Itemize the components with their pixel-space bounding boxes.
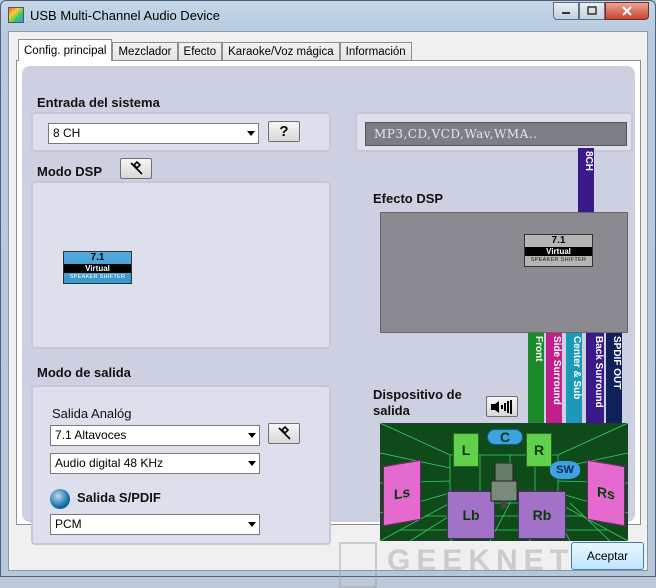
effect-logo-line3: SPEAKER SHIFTER [530, 257, 587, 263]
dsp-header: Modo DSP [37, 164, 102, 179]
logo-line2: Virtual [64, 264, 131, 273]
hammer-icon [278, 425, 291, 440]
channel-bar-spdif-out: SPDIF OUT [606, 333, 622, 423]
logo-line3: SPEAKER SHIFTER [69, 274, 126, 280]
window-title: USB Multi-Channel Audio Device [30, 8, 221, 23]
effect-logo-line2: Virtual [525, 247, 592, 256]
chevron-down-icon [247, 131, 255, 136]
close-icon [622, 6, 632, 16]
app-icon [8, 7, 24, 23]
virtual-speaker-logo[interactable]: 7.1 Virtual SPEAKER SHIFTER [63, 251, 132, 284]
tab-strip: Config. principal Mezclador Efecto Karao… [18, 39, 412, 61]
channel-bar-side-surround: Side Surround [546, 333, 562, 423]
channel-count-bar: 8CH [578, 148, 594, 212]
logo-line1: 7.1 [90, 252, 105, 263]
tab-mezclador[interactable]: Mezclador [112, 42, 178, 61]
digital-audio-value: Audio digital 48 KHz [55, 456, 164, 470]
speaker-center[interactable]: C [487, 429, 523, 445]
speaker-room: C L R SW Ls Rs Lb Rb [380, 423, 628, 541]
tab-karaoke[interactable]: Karaoke/Voz mágica [222, 42, 340, 61]
dsp-effect-header: Efecto DSP [373, 191, 444, 206]
main-panel: Entrada del sistema 8 CH ? MP3,CD,VCD,Wa… [16, 60, 641, 545]
dsp-effect-logo: 7.1 Virtual SPEAKER SHIFTER [524, 234, 593, 267]
accept-button[interactable]: Aceptar [571, 542, 644, 570]
channels-select-value: 8 CH [53, 126, 81, 140]
channel-bar-center-sub: Center & Sub [566, 333, 582, 423]
speaker-right-side[interactable]: Rs [587, 459, 625, 527]
help-label: ? [279, 123, 289, 140]
chevron-down-icon [248, 522, 256, 527]
spdif-icon[interactable] [50, 489, 70, 509]
speaker-left-back[interactable]: Lb [447, 491, 495, 539]
spdif-value: PCM [55, 517, 82, 531]
minimize-icon [562, 12, 570, 14]
output-settings-button[interactable] [268, 423, 300, 444]
channels-select[interactable]: 8 CH [48, 123, 259, 144]
analog-output-label: Salida Analóg [52, 406, 132, 421]
device-header: Dispositivo de salida [373, 387, 462, 418]
speaker-right-back[interactable]: Rb [518, 491, 566, 539]
tab-config-principal[interactable]: Config. principal [18, 39, 113, 61]
speaker-left[interactable]: L [453, 433, 479, 467]
channel-bar-back-surround: Back Surround [586, 333, 604, 423]
watermark-logo [339, 542, 377, 588]
maximize-icon [587, 6, 597, 15]
help-button[interactable]: ? [268, 121, 300, 142]
chevron-down-icon [248, 461, 256, 466]
input-header: Entrada del sistema [37, 95, 160, 110]
close-button[interactable] [605, 2, 649, 20]
maximize-button[interactable] [579, 2, 605, 20]
spdif-select[interactable]: PCM [50, 514, 260, 535]
minimize-button[interactable] [553, 2, 579, 20]
speaker-subwoofer[interactable]: SW [550, 461, 580, 479]
tab-efecto[interactable]: Efecto [177, 42, 223, 61]
speaker-test-button[interactable] [486, 396, 518, 417]
speaker-left-side[interactable]: Ls [383, 459, 421, 527]
caption-buttons [553, 2, 649, 21]
spdif-output-label: Salida S/PDIF [77, 490, 161, 505]
hammer-icon [130, 160, 143, 175]
title-bar[interactable]: USB Multi-Channel Audio Device [1, 1, 655, 31]
client-area: Config. principal Mezclador Efecto Karao… [8, 31, 648, 588]
formats-display: MP3,CD,VCD,Wav,WMA.. [365, 122, 627, 146]
volume-icon [491, 399, 512, 414]
effect-logo-line1: 7.1 [551, 235, 566, 246]
dsp-settings-button[interactable] [120, 158, 152, 179]
tab-informacion[interactable]: Información [339, 42, 412, 61]
speaker-right[interactable]: R [526, 433, 552, 467]
analog-output-value: 7.1 Altavoces [55, 428, 127, 442]
dsp-effect-display: 7.1 Virtual SPEAKER SHIFTER [380, 212, 628, 333]
listener-chair-icon [490, 463, 518, 509]
digital-audio-select[interactable]: Audio digital 48 KHz [50, 453, 260, 474]
output-header: Modo de salida [37, 365, 131, 380]
chevron-down-icon [248, 433, 256, 438]
app-window: USB Multi-Channel Audio Device Config. p… [0, 0, 656, 588]
analog-output-select[interactable]: 7.1 Altavoces [50, 425, 260, 446]
channel-bar-front: Front [528, 333, 544, 423]
